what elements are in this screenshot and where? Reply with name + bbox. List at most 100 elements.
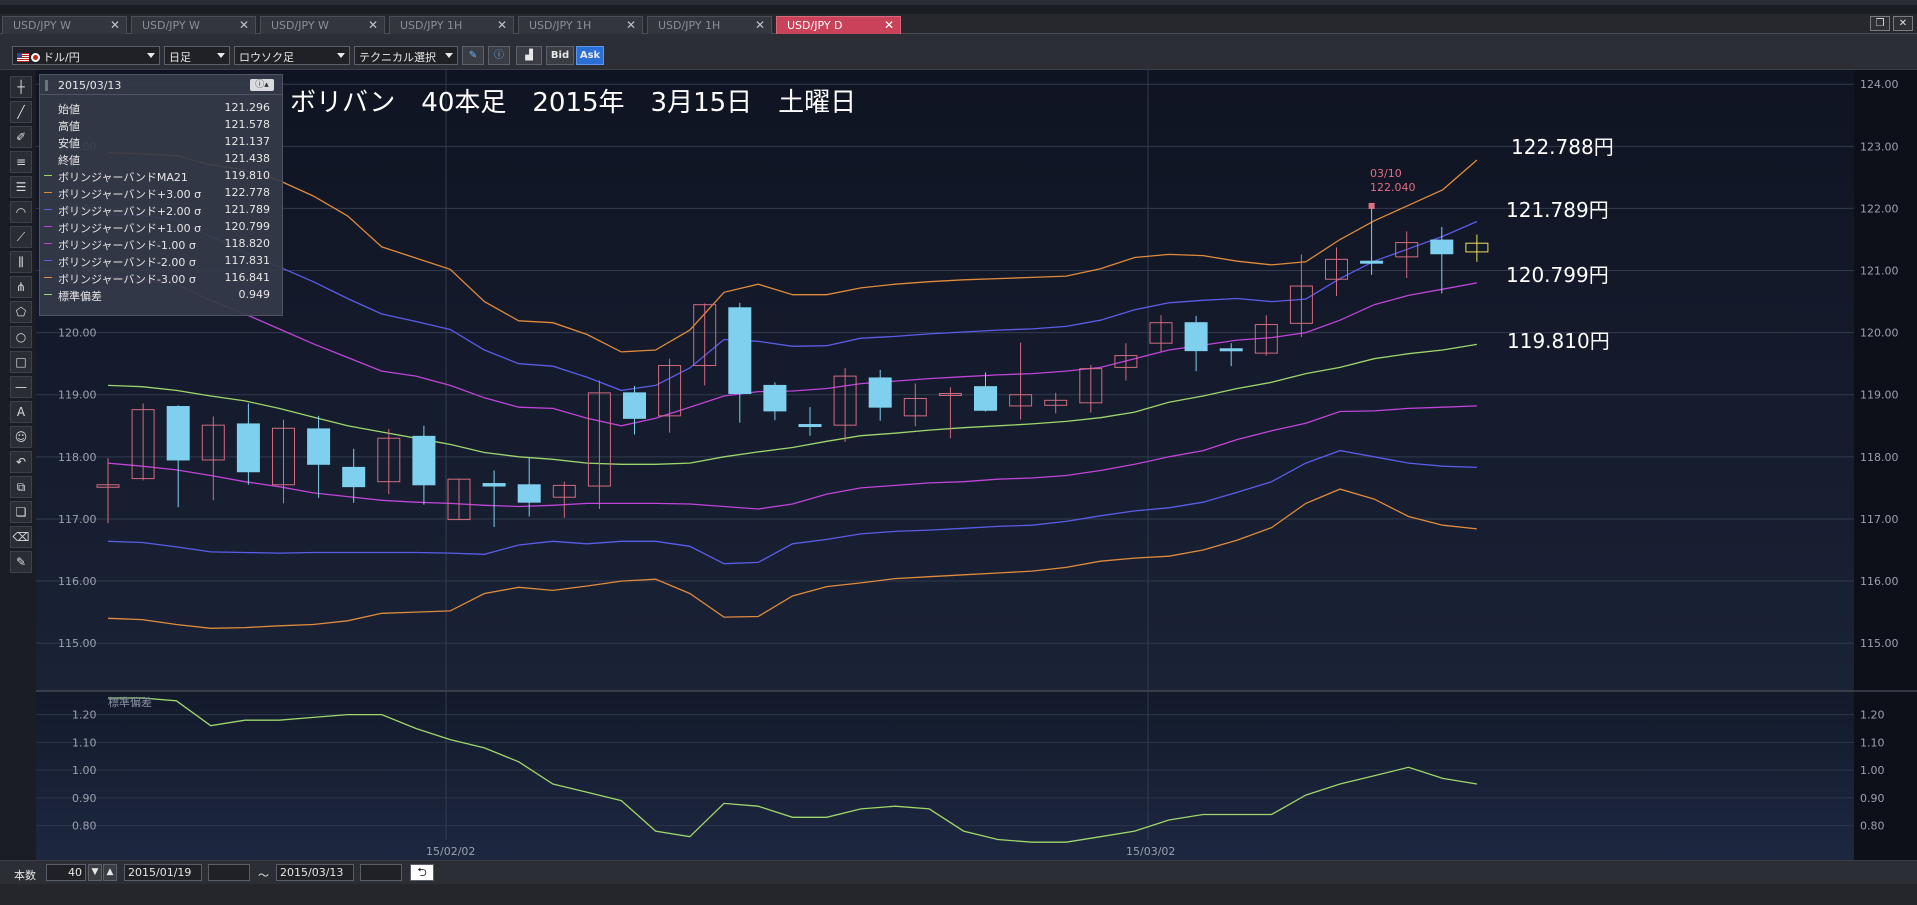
ask-button[interactable]: Ask <box>576 46 604 65</box>
text-icon[interactable]: A <box>10 401 32 423</box>
hline-icon[interactable]: — <box>10 376 32 398</box>
info-row: ボリンジャーバンド-2.00 σ 117.831 <box>40 252 282 269</box>
y-tick-label-left: 120.00 <box>58 327 97 340</box>
info-row-value: 121.578 <box>224 118 271 131</box>
close-window-icon[interactable]: ✕ <box>1893 16 1913 31</box>
info-row: ボリンジャーバンド+2.00 σ 121.789 <box>40 201 282 218</box>
tab-usdjpy-1h-2[interactable]: USD/JPY 1H ✕ <box>518 16 643 34</box>
close-icon[interactable]: ✕ <box>239 18 249 32</box>
candle-body <box>517 484 541 503</box>
info-row-label: ボリンジャーバンド-1.00 σ <box>58 239 196 252</box>
vertical-lines-icon[interactable]: ⫼ <box>10 251 32 273</box>
eraser-all-icon[interactable]: ✎ <box>10 551 32 573</box>
sub-chart-title: 標準偏差 <box>108 695 152 709</box>
panel-toggle-icon[interactable]: ⓘ▴ <box>250 79 274 91</box>
rectangle-icon[interactable]: □ <box>10 351 32 373</box>
tab-usdjpy-w-2[interactable]: USD/JPY W ✕ <box>131 16 256 34</box>
emoji-icon[interactable]: ☺ <box>10 426 32 448</box>
chart-area[interactable]: 124.00124.00123.00123.00122.00122.00121.… <box>36 70 1917 860</box>
fibonacci-icon[interactable]: ☰ <box>10 176 32 198</box>
tab-usdjpy-w-1[interactable]: USD/JPY W ✕ <box>2 16 127 34</box>
y-tick-label-left: 115.00 <box>58 637 97 650</box>
close-icon[interactable]: ✕ <box>368 18 378 32</box>
candle-body <box>342 466 366 488</box>
copy-icon[interactable]: ⧉ <box>10 476 32 498</box>
main-plot-bg <box>36 70 1854 690</box>
pen-icon[interactable]: ✎ <box>462 46 484 65</box>
period-select[interactable]: 日足 <box>164 46 230 65</box>
start-date-input[interactable]: 2015/01/19 <box>124 864 202 881</box>
technical-select[interactable]: テクニカル選択 <box>354 46 458 65</box>
info-icon[interactable]: ⓘ <box>488 46 510 65</box>
info-panel[interactable]: 2015/03/13 ⓘ▴ 始値 121.296 高値 121.578 安値 121.13… <box>39 74 283 316</box>
candle-body <box>728 307 752 394</box>
candle-body <box>623 392 646 419</box>
info-row-label: 終値 <box>58 154 80 167</box>
tab-usdjpy-d[interactable]: USD/JPY D ✕ <box>776 16 901 34</box>
undo-icon[interactable]: ↶ <box>10 451 32 473</box>
tab-usdjpy-w-3[interactable]: USD/JPY W ✕ <box>260 16 385 34</box>
fan-icon[interactable]: ⟋ <box>10 226 32 248</box>
close-icon[interactable]: ✕ <box>755 18 765 32</box>
sub-y-tick-label-right: 1.20 <box>1860 709 1885 722</box>
label-plus2: 121.789円 <box>1506 198 1609 222</box>
info-row: 高値 121.578 <box>40 116 282 133</box>
high-marker-value: 122.040 <box>1370 181 1416 194</box>
close-icon[interactable]: ✕ <box>626 18 636 32</box>
end-date-input[interactable]: 2015/03/13 <box>276 864 354 881</box>
crosshair-icon[interactable]: ┼ <box>10 76 32 98</box>
tab-usdjpy-1h-3[interactable]: USD/JPY 1H ✕ <box>647 16 772 34</box>
horizontal-lines-icon[interactable]: ≡ <box>10 151 32 173</box>
info-row-label: 標準偏差 <box>58 290 102 303</box>
currency-select[interactable]: ドル/円 <box>12 46 160 65</box>
fib-arc-icon[interactable]: ◠ <box>10 201 32 223</box>
candle-body <box>798 424 822 428</box>
chart-svg[interactable]: 124.00124.00123.00123.00122.00122.00121.… <box>36 70 1917 860</box>
pentagon-icon[interactable]: ⬠ <box>10 301 32 323</box>
series-swatch <box>44 294 52 295</box>
eraser-icon[interactable]: ⌫ <box>10 526 32 548</box>
info-row: 標準偏差 0.949 <box>40 286 282 303</box>
duplicate-icon[interactable]: ❏ <box>10 501 32 523</box>
trendline-icon[interactable]: ╱ <box>10 101 32 123</box>
info-row-label: ボリンジャーバンド+2.00 σ <box>58 205 202 218</box>
chart-toolbar: ドル/円 日足 ロウソク足 テクニカル選択 ✎ ⓘ ▟ Bid Ask <box>0 34 1917 70</box>
y-tick-label-right: 120.00 <box>1860 327 1899 340</box>
sub-y-tick-label-left: 1.20 <box>72 709 97 722</box>
series-swatch <box>44 192 52 193</box>
info-row-label: 始値 <box>58 103 80 116</box>
count-up-icon[interactable]: ▲ <box>103 864 117 881</box>
bid-button[interactable]: Bid <box>546 46 574 65</box>
count-down-icon[interactable]: ▼ <box>88 864 102 881</box>
sub-y-tick-label-right: 0.90 <box>1860 792 1885 805</box>
info-row-label: 高値 <box>58 120 80 133</box>
circle-icon[interactable]: ○ <box>10 326 32 348</box>
tab-bar: USD/JPY W ✕ USD/JPY W ✕ USD/JPY W ✕ USD/JPY… <box>0 14 1917 34</box>
info-row-label: ボリンジャーバンド-3.00 σ <box>58 273 196 286</box>
tab-usdjpy-1h-1[interactable]: USD/JPY 1H ✕ <box>389 16 514 34</box>
pitchfork-icon[interactable]: ⋔ <box>10 276 32 298</box>
info-row-value: 119.810 <box>224 169 271 182</box>
drawing-tools: ┼ ╱ ✐ ≡ ☰ ◠ ⟋ ⫼ ⋔ ⬠ ○ □ — A ☺ ↶ ⧉ ❏ ⌫ ✎ <box>10 76 34 576</box>
close-icon[interactable]: ✕ <box>884 18 894 32</box>
y-tick-label-left: 118.00 <box>58 451 97 464</box>
y-tick-label-left: 119.00 <box>58 389 97 402</box>
info-row-value: 117.831 <box>224 254 271 267</box>
count-label: 本数 <box>14 869 36 882</box>
info-row-value: 122.778 <box>224 186 271 199</box>
end-time-input[interactable] <box>360 864 402 881</box>
info-row-value: 121.438 <box>224 152 271 165</box>
drag-handle-icon[interactable] <box>45 80 48 91</box>
start-time-input[interactable] <box>208 864 250 881</box>
close-icon[interactable]: ✕ <box>110 18 120 32</box>
y-tick-label-right: 115.00 <box>1860 637 1899 650</box>
close-icon[interactable]: ✕ <box>497 18 507 32</box>
info-row-value: 121.296 <box>224 101 271 114</box>
restore-icon[interactable]: ❐ <box>1870 16 1890 31</box>
label-plus3: 122.788円 <box>1511 135 1614 159</box>
area-chart-icon[interactable]: ▟ <box>516 46 542 65</box>
apply-range-icon[interactable]: ⮌ <box>410 864 434 881</box>
chart-type-select[interactable]: ロウソク足 <box>234 46 350 65</box>
ruler-icon[interactable]: ✐ <box>10 126 32 148</box>
count-input[interactable]: 40 <box>46 864 86 881</box>
